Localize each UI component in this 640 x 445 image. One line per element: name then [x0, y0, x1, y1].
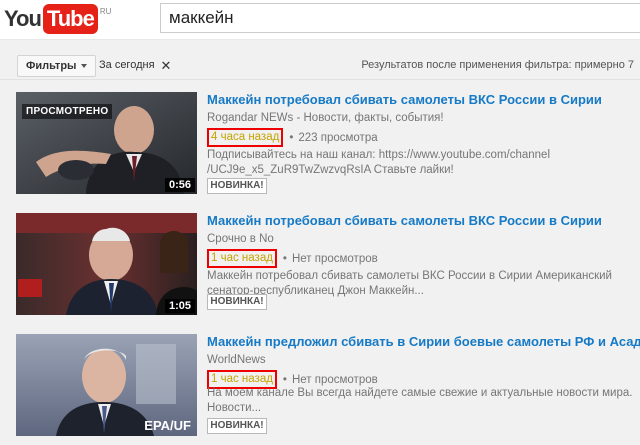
filters-button[interactable]: Фильтры [17, 55, 97, 77]
description-line: сенатор-республиканец Джон Маккейн... [207, 285, 424, 297]
meta-separator: • [282, 252, 287, 265]
video-meta: 4 часа назад • 223 просмотра [207, 128, 378, 147]
description-line: Подписывайтесь на наш канал: https://www… [207, 149, 551, 161]
upload-time: 1 час назад [207, 249, 277, 268]
channel-name[interactable]: Срочно в No [207, 233, 274, 245]
upload-time: 4 часа назад [207, 128, 284, 147]
watermark-text: EPA/UF [144, 418, 191, 433]
watched-label: ПРОСМОТРЕНО [22, 104, 113, 119]
description-line: /UCJ9e_x5_ZuR9TwZwzvqRsIA Ставьте лайки! [207, 164, 454, 176]
description-line: Новости... [207, 402, 262, 414]
description-line: На моем канале Вы всегда найдете самые с… [207, 387, 633, 399]
video-result: 1:05 Маккейн потребовал сбивать самолеты… [0, 213, 640, 328]
view-count: Нет просмотров [291, 373, 378, 386]
video-description: Подписывайтесь на наш канал: https://www… [207, 148, 635, 178]
video-title-link[interactable]: Маккейн потребовал сбивать самолеты ВКС … [207, 213, 602, 228]
video-title-link[interactable]: Маккейн предложил сбивать в Сирии боевые… [207, 334, 640, 349]
results-count: Результатов после применения фильтра: пр… [361, 59, 634, 71]
view-count: 223 просмотра [298, 131, 378, 144]
masthead: You Tube RU маккейн [0, 0, 640, 40]
logo-you-text: You [4, 6, 42, 31]
video-meta: 1 час назад • Нет просмотров [207, 249, 378, 268]
search-input[interactable]: маккейн [160, 3, 640, 33]
video-thumbnail[interactable]: ПРОСМОТРЕНО 0:56 [16, 92, 197, 194]
new-badge: НОВИНКА! [207, 294, 267, 310]
caret-down-icon [81, 64, 88, 68]
channel-name[interactable]: WorldNews [207, 354, 266, 366]
youtube-logo[interactable]: You Tube RU [4, 4, 111, 34]
video-duration: 1:05 [164, 299, 195, 313]
video-description: На моем канале Вы всегда найдете самые с… [207, 386, 635, 416]
video-result: EPA/UF Маккейн предложил сбивать в Сирии… [0, 334, 640, 445]
video-thumbnail[interactable]: 1:05 [16, 213, 197, 315]
logo-region: RU [99, 7, 112, 16]
view-count: Нет просмотров [291, 252, 378, 265]
meta-separator: • [282, 373, 287, 386]
logo-tube-text: Tube [42, 4, 98, 34]
filter-chip-label: За сегодня [99, 59, 155, 71]
description-line: Маккейн потребовал сбивать самолеты ВКС … [207, 270, 612, 282]
video-title-link[interactable]: Маккейн потребовал сбивать самолеты ВКС … [207, 92, 602, 107]
channel-name[interactable]: Rogandar NEWs - Новости, факты, события! [207, 112, 444, 124]
video-result: ПРОСМОТРЕНО 0:56 Маккейн потребовал сбив… [0, 92, 640, 207]
video-duration: 0:56 [164, 178, 195, 192]
meta-separator: • [289, 131, 294, 144]
filter-bar: Фильтры За сегодня ✕ Результатов после п… [0, 50, 640, 80]
video-thumbnail[interactable]: EPA/UF [16, 334, 197, 436]
new-badge: НОВИНКА! [207, 178, 267, 194]
close-icon[interactable]: ✕ [161, 59, 172, 72]
video-description: Маккейн потребовал сбивать самолеты ВКС … [207, 269, 635, 299]
new-badge: НОВИНКА! [207, 418, 267, 434]
filter-chip-today: За сегодня ✕ [99, 59, 172, 72]
filters-button-label: Фильтры [26, 60, 77, 72]
